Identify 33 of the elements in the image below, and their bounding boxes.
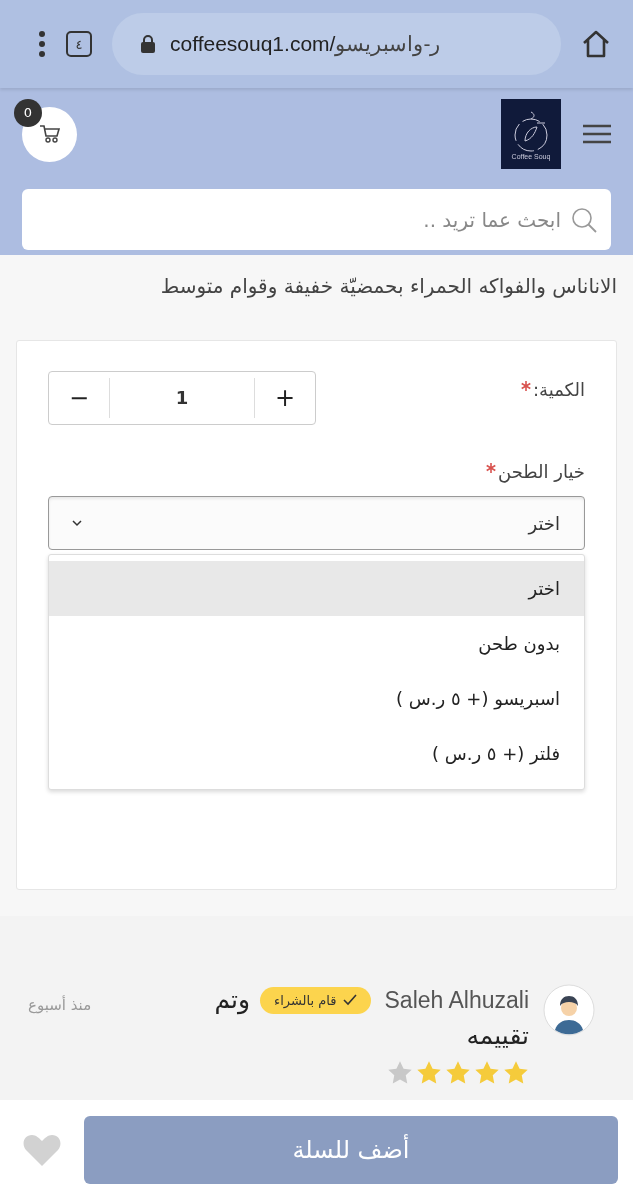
search-field[interactable]: ابحث عما تريد ..	[22, 189, 611, 250]
quantity-stepper[interactable]: − 1 +	[48, 371, 316, 425]
grind-select[interactable]: اختر	[48, 496, 585, 550]
star-icon	[416, 1060, 442, 1084]
dropdown-option[interactable]: فلتر (+ ٥ ر.س )	[49, 726, 584, 781]
dropdown-option[interactable]: اختر	[49, 561, 584, 616]
star-icon	[474, 1060, 500, 1084]
star-icon	[503, 1060, 529, 1084]
star-icon	[387, 1060, 413, 1084]
reviewer-name: Saleh Alhuzali	[384, 986, 529, 1014]
decrease-button[interactable]: −	[49, 378, 109, 418]
home-icon[interactable]	[581, 30, 611, 58]
review-text: تقييمه	[466, 1020, 529, 1052]
review-text: وتم	[214, 984, 251, 1017]
increase-button[interactable]: +	[255, 378, 315, 418]
chevron-down-icon	[71, 519, 83, 527]
search-icon	[571, 207, 597, 233]
more-menu-icon[interactable]	[38, 31, 46, 57]
lock-icon	[140, 34, 156, 54]
menu-icon[interactable]	[583, 124, 611, 144]
star-icon	[445, 1060, 471, 1084]
grind-label: خيار الطحن	[497, 461, 585, 482]
dropdown-option[interactable]: بدون طحن	[49, 616, 584, 671]
review-time: منذ أسبوع	[28, 996, 92, 1014]
quantity-label: الكمية:	[533, 378, 585, 400]
cart-count-badge: 0	[14, 98, 42, 127]
avatar-icon	[543, 984, 595, 1036]
purchased-badge: قام بالشراء	[260, 986, 371, 1014]
tab-count-button[interactable]: ٤	[66, 31, 92, 57]
dropdown-option[interactable]: اسبريسو (+ ٥ ر.س )	[49, 671, 584, 726]
quantity-value[interactable]: 1	[109, 378, 255, 418]
description-text: الاناناس والفواكه الحمراء بحمضيّة خفيفة وقوام متوسط	[159, 273, 617, 300]
cart-icon	[38, 124, 61, 144]
